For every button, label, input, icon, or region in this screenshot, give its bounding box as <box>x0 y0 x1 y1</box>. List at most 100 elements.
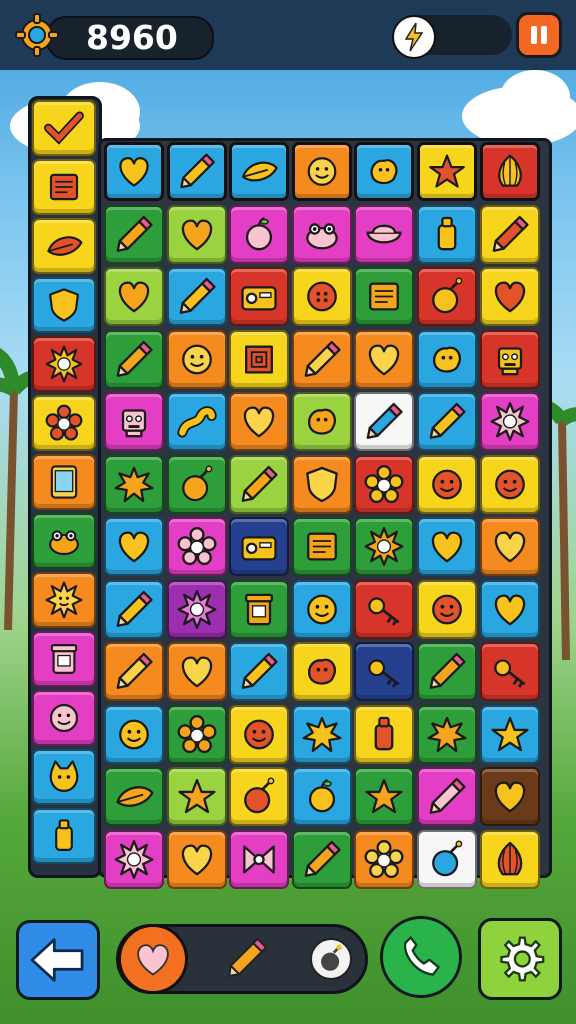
board-tile[interactable] <box>291 267 352 326</box>
powerup-bomb[interactable] <box>310 938 352 980</box>
board-tile[interactable] <box>479 454 540 514</box>
board-tile[interactable] <box>291 642 352 701</box>
side-tile[interactable] <box>32 631 96 687</box>
board-tile[interactable] <box>166 204 227 264</box>
board-tile[interactable] <box>104 704 164 764</box>
featured-tile[interactable] <box>417 142 477 201</box>
featured-tile[interactable] <box>479 142 540 201</box>
board-tile[interactable] <box>229 517 290 576</box>
board-tile[interactable] <box>229 454 290 514</box>
board-tile[interactable] <box>104 454 164 514</box>
board-tile[interactable] <box>104 642 164 701</box>
board-tile[interactable] <box>417 767 477 826</box>
board-tile[interactable] <box>229 204 290 264</box>
featured-tile[interactable] <box>166 142 227 201</box>
board-tile[interactable] <box>291 204 352 264</box>
board-tile[interactable] <box>417 829 477 889</box>
lightning-bolt-icon[interactable] <box>392 15 436 59</box>
board-tile[interactable] <box>166 767 227 826</box>
featured-tile[interactable] <box>291 142 352 201</box>
powerup-pencil[interactable] <box>222 932 272 984</box>
board-tile[interactable] <box>479 204 540 264</box>
board-tile[interactable] <box>291 517 352 576</box>
board-tile[interactable] <box>417 204 477 264</box>
board-tile[interactable] <box>229 267 290 326</box>
board-tile[interactable] <box>417 579 477 639</box>
board-tile[interactable] <box>166 267 227 326</box>
board-tile[interactable] <box>104 829 164 889</box>
board-tile[interactable] <box>229 704 290 764</box>
board-tile[interactable] <box>229 767 290 826</box>
side-tile[interactable] <box>32 513 96 569</box>
board-tile[interactable] <box>104 517 164 576</box>
featured-tile[interactable] <box>354 142 415 201</box>
board-tile[interactable] <box>479 704 540 764</box>
pause-button[interactable] <box>516 12 562 58</box>
board-tile[interactable] <box>479 579 540 639</box>
board-tile[interactable] <box>104 267 164 326</box>
side-tile[interactable] <box>32 454 96 510</box>
board-tile[interactable] <box>479 329 540 389</box>
board-tile[interactable] <box>166 579 227 639</box>
board-tile[interactable] <box>291 329 352 389</box>
powerup-heart[interactable] <box>118 924 188 994</box>
board-tile[interactable] <box>229 642 290 701</box>
board-tile[interactable] <box>354 454 415 514</box>
board-tile[interactable] <box>291 392 352 451</box>
board-tile[interactable] <box>104 392 164 451</box>
board-tile[interactable] <box>354 204 415 264</box>
board-tile[interactable] <box>291 829 352 889</box>
board-tile[interactable] <box>229 392 290 451</box>
board-tile[interactable] <box>417 454 477 514</box>
board-tile[interactable] <box>166 829 227 889</box>
board-tile[interactable] <box>479 517 540 576</box>
board-tile[interactable] <box>104 204 164 264</box>
featured-tile[interactable] <box>229 142 290 201</box>
board-tile[interactable] <box>166 392 227 451</box>
board-tile[interactable] <box>166 454 227 514</box>
board-tile[interactable] <box>291 579 352 639</box>
board-tile[interactable] <box>291 767 352 826</box>
side-tile[interactable] <box>32 395 96 451</box>
side-tile[interactable] <box>32 159 96 215</box>
board-tile[interactable] <box>417 704 477 764</box>
side-tile[interactable] <box>32 690 96 746</box>
side-tile[interactable] <box>32 336 96 392</box>
board-tile[interactable] <box>166 642 227 701</box>
board-tile[interactable] <box>229 579 290 639</box>
board-tile[interactable] <box>479 267 540 326</box>
board-tile[interactable] <box>354 642 415 701</box>
board-tile[interactable] <box>166 329 227 389</box>
featured-tile[interactable] <box>104 142 164 201</box>
board-tile[interactable] <box>229 329 290 389</box>
board-tile[interactable] <box>354 704 415 764</box>
back-button[interactable] <box>16 920 100 1000</box>
side-tile[interactable] <box>32 572 96 628</box>
board-tile[interactable] <box>479 642 540 701</box>
side-tile[interactable] <box>32 808 96 864</box>
board-tile[interactable] <box>354 329 415 389</box>
board-tile[interactable] <box>229 829 290 889</box>
side-tile[interactable] <box>32 277 96 333</box>
board-tile[interactable] <box>166 704 227 764</box>
board-tile[interactable] <box>479 767 540 826</box>
board-tile[interactable] <box>354 829 415 889</box>
board-tile[interactable] <box>354 392 415 451</box>
board-tile[interactable] <box>417 329 477 389</box>
board-tile[interactable] <box>417 642 477 701</box>
call-button[interactable] <box>380 916 462 998</box>
settings-button[interactable] <box>478 918 562 1000</box>
board-tile[interactable] <box>104 767 164 826</box>
side-tile[interactable] <box>32 749 96 805</box>
board-tile[interactable] <box>479 829 540 889</box>
side-tile[interactable] <box>32 100 96 156</box>
board-tile[interactable] <box>104 579 164 639</box>
board-tile[interactable] <box>354 767 415 826</box>
board-tile[interactable] <box>417 392 477 451</box>
board-tile[interactable] <box>166 517 227 576</box>
board-tile[interactable] <box>417 517 477 576</box>
board-tile[interactable] <box>291 454 352 514</box>
board-tile[interactable] <box>479 392 540 451</box>
side-tile[interactable] <box>32 218 96 274</box>
board-tile[interactable] <box>354 517 415 576</box>
